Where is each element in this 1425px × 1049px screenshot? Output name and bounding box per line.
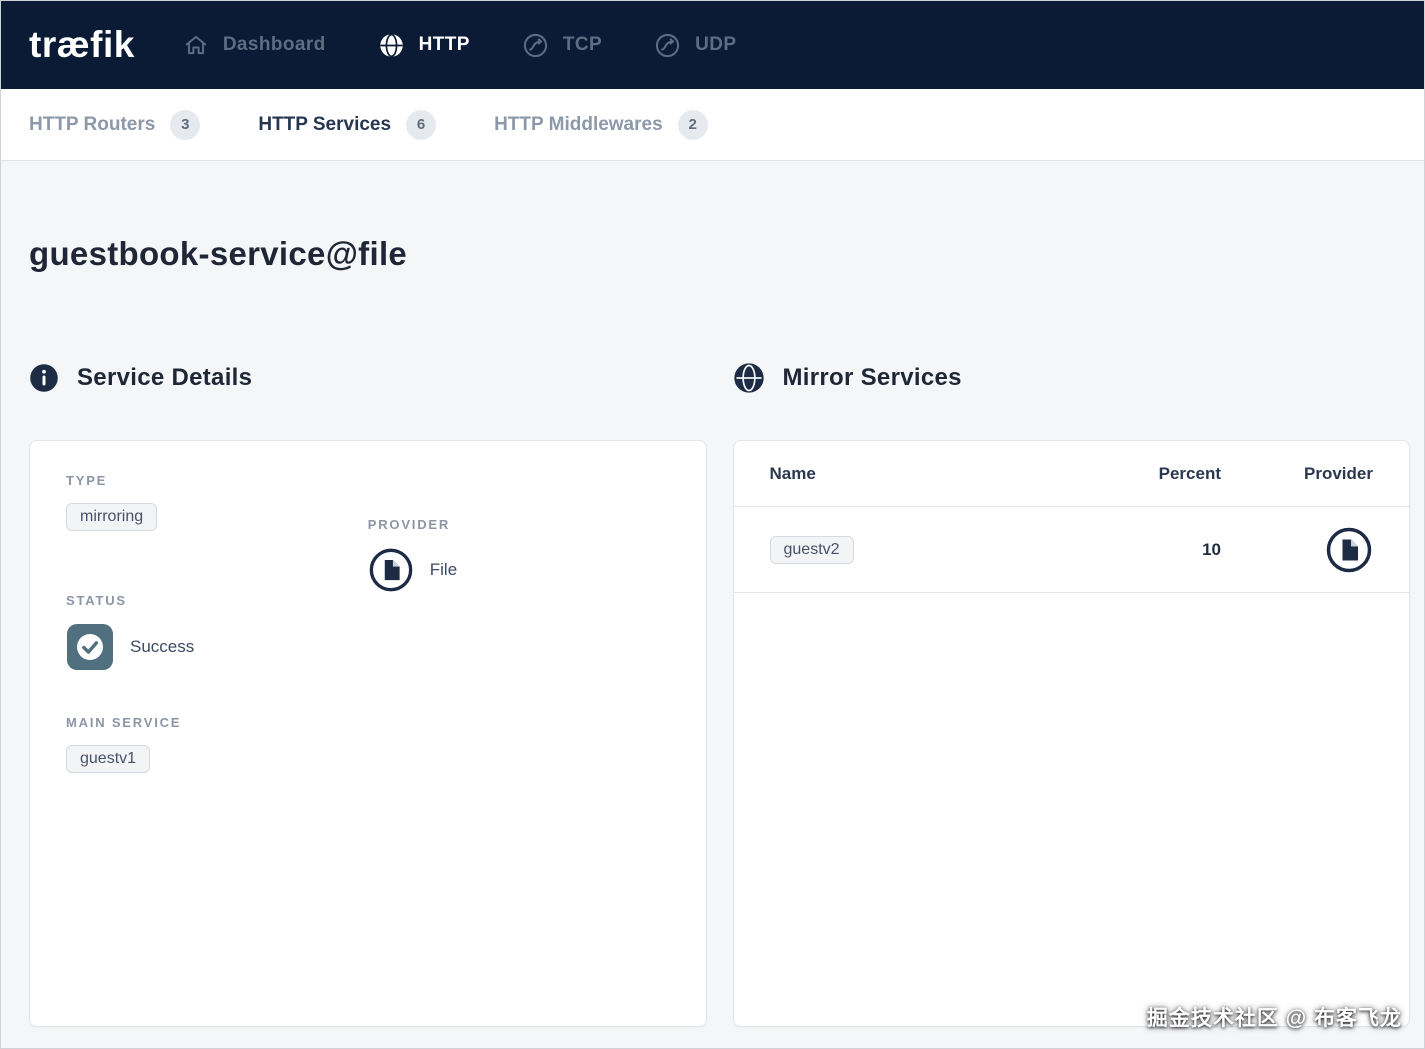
- success-check-icon: [66, 623, 114, 671]
- count-badge: 2: [678, 110, 708, 140]
- swap-icon: [654, 32, 681, 59]
- file-provider-icon: [1325, 526, 1373, 574]
- cards-row: TYPE mirroring PROVIDER: [29, 440, 1410, 1027]
- traefik-logo[interactable]: træfik: [29, 24, 135, 66]
- mirror-services-card: Name Percent Provider guestv2 10: [733, 440, 1411, 1027]
- type-field: TYPE mirroring: [66, 473, 368, 593]
- tab-http-services[interactable]: HTTP Services 6: [258, 110, 436, 140]
- service-details-title: Service Details: [77, 364, 252, 392]
- file-provider-icon: [368, 547, 414, 593]
- nav-item-udp[interactable]: UDP: [654, 32, 736, 59]
- home-icon: [183, 32, 209, 58]
- type-provider-row: TYPE mirroring PROVIDER: [66, 473, 670, 593]
- provider-field: PROVIDER File: [368, 517, 670, 593]
- nav-item-label: TCP: [563, 34, 602, 56]
- swap-icon: [522, 32, 549, 59]
- tab-label: HTTP Middlewares: [494, 114, 663, 136]
- table-header: Name Percent Provider: [734, 441, 1410, 507]
- count-badge: 3: [170, 110, 200, 140]
- info-icon: [29, 363, 59, 393]
- nav-item-label: UDP: [695, 34, 736, 56]
- status-value: Success: [130, 637, 194, 657]
- nav-item-tcp[interactable]: TCP: [522, 32, 602, 59]
- mirror-services-heading: Mirror Services: [733, 361, 1411, 395]
- main-content: guestbook-service@file Service Details: [1, 161, 1424, 1048]
- nav-item-label: Dashboard: [223, 34, 326, 56]
- main-nav: Dashboard HTTP: [183, 32, 737, 59]
- count-badge: 6: [406, 110, 436, 140]
- main-service-value-chip: guestv1: [66, 745, 150, 773]
- column-header-provider: Provider: [1221, 464, 1373, 484]
- main-service-label: MAIN SERVICE: [66, 715, 670, 730]
- traefik-app: træfik Dashboard: [0, 0, 1425, 1049]
- nav-item-http[interactable]: HTTP: [378, 32, 470, 59]
- mirror-percent-value: 10: [1121, 540, 1221, 560]
- section-headings-row: Service Details Mirror Services: [29, 361, 1410, 395]
- provider-label: PROVIDER: [368, 517, 670, 532]
- globe-icon: [733, 362, 765, 394]
- page-title: guestbook-service@file: [29, 235, 1410, 273]
- type-label: TYPE: [66, 473, 368, 488]
- http-section-tabs: HTTP Routers 3 HTTP Services 6 HTTP Midd…: [1, 89, 1424, 161]
- type-value-chip: mirroring: [66, 503, 157, 531]
- mirror-services-title: Mirror Services: [783, 364, 962, 392]
- service-details-heading: Service Details: [29, 361, 707, 395]
- tab-http-routers[interactable]: HTTP Routers 3: [29, 110, 200, 140]
- tab-label: HTTP Routers: [29, 114, 155, 136]
- globe-icon: [378, 32, 405, 59]
- nav-item-dashboard[interactable]: Dashboard: [183, 32, 326, 58]
- column-header-name: Name: [770, 464, 1122, 484]
- status-label: STATUS: [66, 593, 670, 608]
- mirror-name-chip: guestv2: [770, 536, 854, 564]
- tab-http-middlewares[interactable]: HTTP Middlewares 2: [494, 110, 708, 140]
- table-row[interactable]: guestv2 10: [734, 507, 1410, 593]
- service-details-card: TYPE mirroring PROVIDER: [29, 440, 707, 1027]
- tab-label: HTTP Services: [258, 114, 391, 136]
- main-service-field: MAIN SERVICE guestv1: [66, 715, 670, 773]
- top-navbar: træfik Dashboard: [1, 1, 1424, 89]
- status-field: STATUS Success: [66, 593, 670, 671]
- column-header-percent: Percent: [1121, 464, 1221, 484]
- nav-item-label: HTTP: [419, 34, 470, 56]
- provider-value: File: [430, 560, 457, 580]
